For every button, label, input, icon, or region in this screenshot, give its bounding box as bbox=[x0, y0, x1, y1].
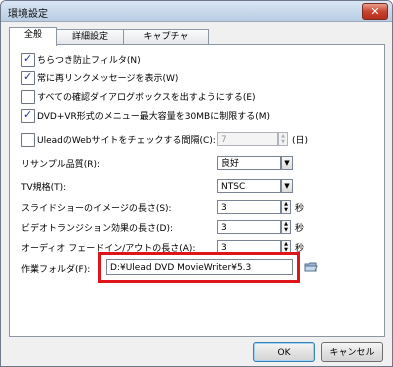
resample-select[interactable]: 良好 bbox=[217, 156, 281, 170]
spinner-down-icon[interactable]: ▼ bbox=[282, 227, 290, 233]
slideshow-length-field[interactable]: 3 bbox=[217, 200, 281, 214]
video-transition-label: ビデオトランジション効果の長さ(D): bbox=[21, 224, 173, 234]
work-folder-field[interactable]: D:¥Ulead DVD MovieWriter¥5.3 bbox=[106, 259, 293, 275]
video-transition-field[interactable]: 3 bbox=[217, 220, 281, 234]
chevron-down-icon: ▼ bbox=[284, 182, 290, 190]
tab-advanced[interactable]: 詳細設定 bbox=[55, 29, 125, 45]
tv-standard-dropdown-button[interactable]: ▼ bbox=[281, 179, 293, 193]
resample-label: リサンプル品質(R): bbox=[21, 160, 101, 170]
cancel-button[interactable]: キャンセル bbox=[321, 342, 383, 362]
tv-standard-label: TV規格(T): bbox=[21, 183, 67, 193]
resample-dropdown-button[interactable]: ▼ bbox=[281, 156, 293, 170]
confirm-dialogs-label: すべての確認ダイアログボックスを出すようにする(E) bbox=[37, 93, 256, 103]
tv-standard-select[interactable]: NTSC bbox=[217, 179, 281, 193]
folder-browse-icon[interactable] bbox=[304, 261, 318, 273]
flicker-filter-checkbox[interactable]: ✓ bbox=[21, 52, 35, 67]
video-transition-spinner[interactable]: ▲ ▼ bbox=[281, 220, 291, 234]
check-icon: ✓ bbox=[23, 70, 33, 83]
preferences-window: 環境設定 ✕ 全般 詳細設定 キャプチャ ✓ ちらつき防止フィルタ(N) ✓ 常… bbox=[0, 0, 393, 367]
spinner-down-icon[interactable]: ▼ bbox=[279, 139, 287, 145]
ok-button[interactable]: OK bbox=[253, 342, 315, 362]
check-icon: ✓ bbox=[23, 52, 33, 65]
ulead-web-check-checkbox[interactable] bbox=[21, 133, 35, 147]
days-unit: (日) bbox=[292, 136, 309, 146]
dvd-vr-limit-checkbox[interactable]: ✓ bbox=[21, 108, 35, 123]
ulead-web-check-days-field[interactable]: 7 bbox=[217, 132, 278, 146]
title-bar[interactable]: 環境設定 ✕ bbox=[1, 1, 392, 22]
work-folder-label: 作業フォルダ(F): bbox=[21, 265, 91, 275]
confirm-dialogs-checkbox[interactable] bbox=[21, 90, 35, 104]
relink-message-label: 常に再リンクメッセージを表示(W) bbox=[37, 74, 179, 84]
spinner-down-icon[interactable]: ▼ bbox=[282, 207, 290, 213]
tab-general[interactable]: 全般 bbox=[9, 27, 57, 46]
ulead-web-check-label: UleadのWebサイトをチェックする間隔(C): bbox=[37, 136, 216, 146]
seconds-unit: 秒 bbox=[295, 204, 305, 214]
flicker-filter-label: ちらつき防止フィルタ(N) bbox=[37, 56, 141, 66]
close-button[interactable]: ✕ bbox=[362, 3, 388, 20]
seconds-unit: 秒 bbox=[295, 224, 305, 234]
dvd-vr-limit-label: DVD+VR形式のメニュー最大容量を30MBに制限する(M) bbox=[37, 112, 270, 122]
general-panel: ✓ ちらつき防止フィルタ(N) ✓ 常に再リンクメッセージを表示(W) すべての… bbox=[9, 44, 385, 337]
ulead-web-check-spinner[interactable]: ▲ ▼ bbox=[278, 132, 288, 146]
check-icon: ✓ bbox=[23, 108, 33, 121]
slideshow-length-label: スライドショーのイメージの長さ(S): bbox=[21, 204, 172, 214]
relink-message-checkbox[interactable]: ✓ bbox=[21, 70, 35, 85]
window-title: 環境設定 bbox=[8, 9, 48, 20]
slideshow-length-spinner[interactable]: ▲ ▼ bbox=[281, 200, 291, 214]
tab-capture[interactable]: キャプチャ bbox=[123, 29, 209, 45]
chevron-down-icon: ▼ bbox=[284, 159, 290, 167]
